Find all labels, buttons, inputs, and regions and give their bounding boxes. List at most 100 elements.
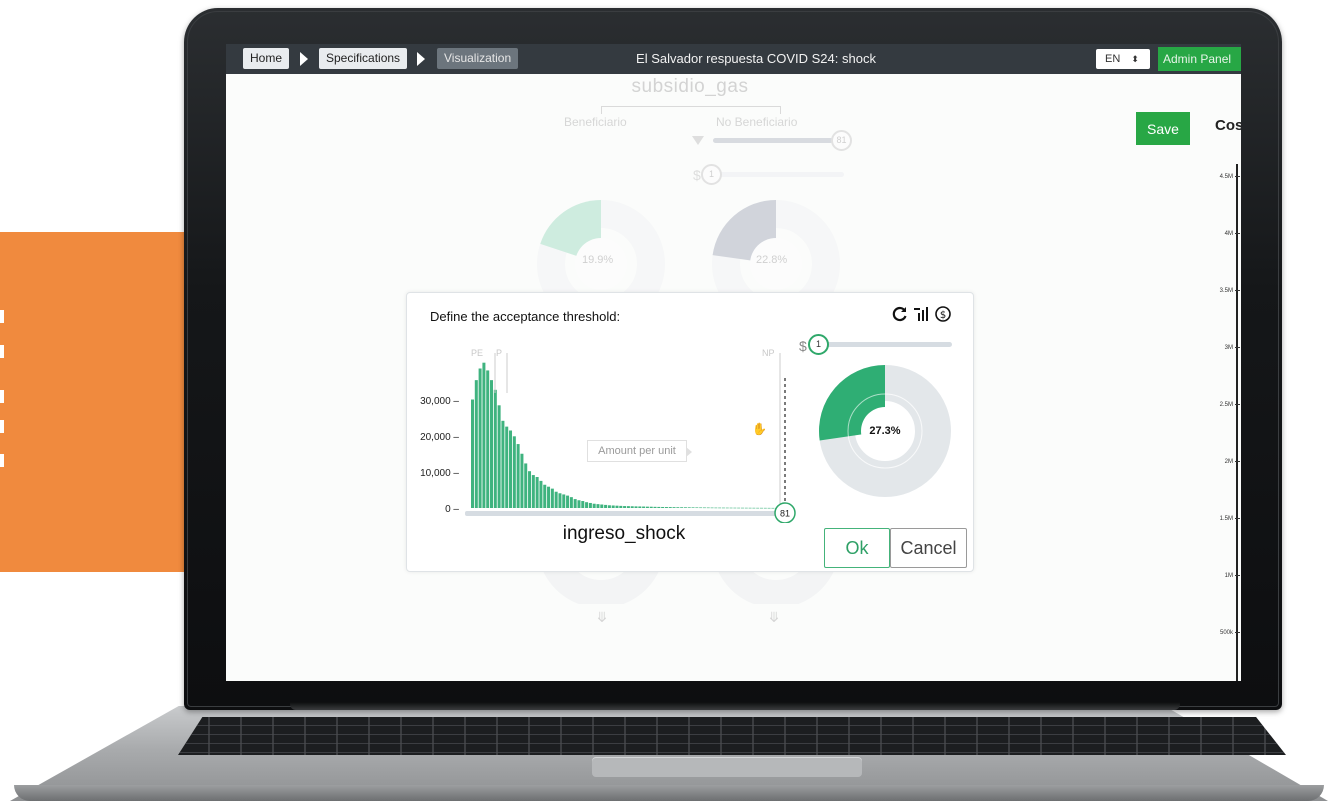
decor-bar [0,420,4,433]
histogram-bars [471,362,779,509]
decor-bar [0,454,4,467]
histogram-bar [710,507,714,509]
cost-axis-tick: 500k [1192,630,1240,636]
histogram-bar [554,491,558,508]
save-button[interactable]: Save [1136,112,1190,145]
cost-slider-handle[interactable]: 1 [808,334,829,355]
donut-percent: 27.3% [869,425,901,437]
histogram-bar [687,507,691,508]
cost-axis-line [1236,164,1238,681]
bar-signal-icon[interactable] [912,305,930,323]
histogram-bar [490,380,494,509]
histogram-bar [702,507,706,509]
photo-scene: Home Specifications Visualization El Sal… [0,0,1333,801]
histogram-range-track[interactable] [465,511,787,516]
histogram-bar [672,507,676,508]
histogram-bar [733,507,737,509]
histogram-bar [581,501,585,508]
marker-label-np: NP [762,348,775,358]
breadcrumb-specifications[interactable]: Specifications [319,48,408,69]
histogram-bar [566,495,570,508]
cost-slider-track[interactable] [809,342,952,347]
histogram-bar [752,507,756,509]
histogram-bar [649,506,653,508]
histogram-bar [516,444,520,508]
decor-bar [0,390,4,403]
cancel-button[interactable]: Cancel [890,528,967,568]
histogram-bar [562,494,566,508]
histogram-bar [699,507,703,509]
group-label-non-beneficiary: No Beneficiario [716,115,798,129]
y-tick-label: 10,000 – [420,468,459,479]
histogram-bar [471,399,474,508]
decor-bar [0,310,4,323]
marker-label-p: P [496,348,502,358]
cost-slider-track[interactable] [704,172,844,177]
language-select[interactable]: EN ⬍ [1096,49,1150,69]
histogram-bar [767,507,771,509]
dialog-title: Define the acceptance threshold: [430,309,621,324]
histogram-bar [596,504,600,509]
histogram-bar [626,506,630,508]
cost-slider-handle[interactable]: 1 [701,164,722,185]
ok-button[interactable]: Ok [824,528,890,568]
histogram-bar [714,507,718,509]
y-tick-label: 20,000 – [420,432,459,443]
histogram-bar [543,484,547,508]
histogram-bar [763,507,767,509]
histogram-bar [615,505,619,508]
histogram-bar [706,507,710,509]
histogram-bar [531,475,535,508]
split-arrow-icon[interactable]: ⤋ [766,609,782,625]
refresh-icon[interactable] [891,305,909,323]
histogram-bar [585,502,589,508]
histogram-bar [657,506,661,508]
histogram-bar [547,486,551,508]
histogram-bar [604,504,608,508]
page-title: El Salvador respuesta COVID S24: shock [636,51,876,66]
select-caret-icon: ⬍ [1131,54,1139,64]
dollar-circle-icon[interactable]: $ [934,305,952,323]
histogram-bar [683,507,687,508]
histogram-bar [718,507,722,509]
threshold-slider-fill [713,138,833,143]
group-bracket [601,106,781,114]
marker-label-pe: PE [471,348,483,358]
grab-cursor-icon: ✋ [752,422,767,436]
admin-panel-button[interactable]: Admin Panel [1158,47,1241,71]
laptop-front-edge [14,785,1324,801]
laptop-hinge [290,702,1180,710]
breadcrumb-visualization[interactable]: Visualization [437,48,519,69]
histogram-bar [630,506,634,508]
dollar-glyph: $ [940,310,946,321]
breadcrumb-separator-icon [417,52,425,66]
laptop-trackpad [592,757,862,777]
histogram-bar [680,507,684,508]
histogram-bar [592,503,596,508]
histogram-bar [619,505,623,508]
histogram-bar [600,504,604,508]
histogram-bar [509,430,513,508]
histogram-x-title: ingreso_shock [562,523,686,544]
histogram-bar [740,507,744,509]
histogram-bar [653,506,657,508]
histogram-bar [524,463,528,508]
histogram-bar [493,389,497,508]
cost-axis-tick: 3.5M [1192,288,1240,294]
threshold-slider-handle[interactable]: 81 [831,130,852,151]
cost-axis-tick: 1.5M [1192,516,1240,522]
acceptance-threshold-dialog: Define the acceptance threshold: $ 30,00… [406,292,974,572]
histogram-bar [528,471,532,508]
histogram-bar [729,507,733,509]
donut-percent-non-beneficiary: 22.8% [756,254,788,266]
histogram-bar [512,436,516,508]
breadcrumb-home[interactable]: Home [243,48,290,69]
split-arrow-icon[interactable]: ⤋ [594,609,610,625]
cost-axis-label: Cos [1215,117,1241,134]
program-name: subsidio_gas [631,76,749,97]
language-value: EN [1105,53,1121,65]
histogram-bar [634,506,638,508]
histogram-bar [501,420,505,508]
dollar-icon: $ [799,338,807,354]
histogram-bar [569,497,573,508]
